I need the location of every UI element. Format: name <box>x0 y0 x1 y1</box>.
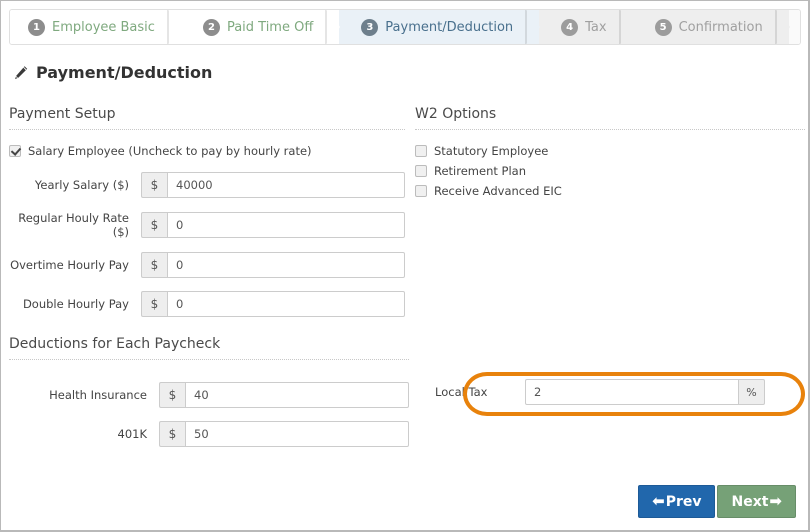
wizard-step-employee-basic[interactable]: 1 Employee Basic <box>10 10 182 44</box>
401k-input[interactable] <box>185 421 409 447</box>
wizard-filler <box>788 10 800 44</box>
local-tax-label: Local Tax <box>435 385 488 399</box>
statutory-employee-row[interactable]: Statutory Employee <box>415 144 805 158</box>
local-tax-input[interactable] <box>525 379 739 405</box>
dollar-icon: $ <box>159 382 185 408</box>
step-label: Paid Time Off <box>226 19 314 35</box>
wizard-step-payment-deduction[interactable]: 3 Payment/Deduction <box>339 10 540 44</box>
401k-input-group: $ <box>159 421 409 447</box>
w2-options-section: W2 Options Statutory Employee Retirement… <box>415 106 805 204</box>
local-tax-input-group: % <box>525 379 765 405</box>
regular-hourly-rate-label: Regular Houly Rate ($) <box>18 211 129 239</box>
salary-employee-label: Salary Employee (Uncheck to pay by hourl… <box>28 144 312 158</box>
page-title-text: Payment/Deduction <box>36 63 213 82</box>
w2-options-title: W2 Options <box>415 106 497 122</box>
overtime-hourly-pay-label: Overtime Hourly Pay <box>10 258 129 272</box>
next-button-label: Next <box>731 493 769 510</box>
prev-button-label: Prev <box>665 493 702 510</box>
prev-button[interactable]: ⬅ Prev <box>638 485 716 518</box>
dollar-icon: $ <box>141 291 167 317</box>
dollar-icon: $ <box>141 172 167 198</box>
wizard-step-paid-time-off[interactable]: 2 Paid Time Off <box>180 10 341 44</box>
receive-advanced-eic-label: Receive Advanced EIC <box>434 184 562 198</box>
wizard-footer: ⬅ Prev Next ➡ <box>638 485 796 518</box>
local-tax-row: Local Tax % <box>415 379 805 405</box>
double-hourly-pay-input-group: $ <box>141 291 405 317</box>
statutory-employee-label: Statutory Employee <box>434 144 549 158</box>
wizard-step-bar: 1 Employee Basic 2 Paid Time Off 3 Payme… <box>9 9 801 45</box>
regular-hourly-rate-input-group: $ <box>141 212 405 238</box>
section-divider <box>9 129 405 130</box>
401k-row: 401K $ <box>9 421 409 447</box>
dollar-icon: $ <box>141 212 167 238</box>
next-button[interactable]: Next ➡ <box>717 485 796 518</box>
retirement-plan-row[interactable]: Retirement Plan <box>415 164 805 178</box>
step-label: Tax <box>585 19 607 35</box>
statutory-employee-checkbox[interactable] <box>415 145 427 157</box>
receive-advanced-eic-row[interactable]: Receive Advanced EIC <box>415 184 805 198</box>
health-insurance-input-group: $ <box>159 382 409 408</box>
overtime-hourly-pay-input[interactable] <box>167 252 405 278</box>
regular-hourly-rate-row: Regular Houly Rate ($) $ <box>9 211 405 239</box>
step-number-badge: 3 <box>361 18 379 36</box>
health-insurance-label: Health Insurance <box>49 388 147 402</box>
deductions-section: Deductions for Each Paycheck Health Insu… <box>9 336 409 460</box>
step-number-badge: 1 <box>28 18 45 36</box>
salary-employee-checkbox[interactable] <box>9 145 21 157</box>
overtime-hourly-pay-row: Overtime Hourly Pay $ <box>9 252 405 278</box>
arrow-right-icon: ➡ <box>769 492 782 510</box>
percent-icon: % <box>739 379 765 405</box>
payment-setup-title: Payment Setup <box>9 106 116 122</box>
arrow-left-icon: ⬅ <box>652 492 665 510</box>
step-label: Employee Basic <box>52 19 155 35</box>
dollar-icon: $ <box>141 252 167 278</box>
receive-advanced-eic-checkbox[interactable] <box>415 185 427 197</box>
wizard-step-tax[interactable]: 4 Tax <box>539 10 635 44</box>
yearly-salary-row: Yearly Salary ($) $ <box>9 172 405 198</box>
double-hourly-pay-label: Double Hourly Pay <box>22 297 129 311</box>
wizard-step-confirmation[interactable]: 5 Confirmation <box>632 10 790 44</box>
retirement-plan-checkbox[interactable] <box>415 165 427 177</box>
health-insurance-input[interactable] <box>185 382 409 408</box>
retirement-plan-label: Retirement Plan <box>434 164 526 178</box>
dollar-icon: $ <box>159 421 185 447</box>
double-hourly-pay-row: Double Hourly Pay $ <box>9 291 405 317</box>
step-number-badge: 4 <box>561 18 579 36</box>
overtime-hourly-pay-input-group: $ <box>141 252 405 278</box>
step-number-badge: 5 <box>654 18 672 36</box>
health-insurance-row: Health Insurance $ <box>9 382 409 408</box>
page-title: Payment/Deduction <box>13 63 212 82</box>
payment-setup-section: Payment Setup Salary Employee (Uncheck t… <box>9 106 405 330</box>
401k-label: 401K <box>117 427 148 441</box>
section-divider <box>9 359 409 360</box>
section-divider <box>415 129 805 130</box>
step-label: Payment/Deduction <box>385 19 514 35</box>
local-tax-section: Local Tax % <box>415 336 805 418</box>
double-hourly-pay-input[interactable] <box>167 291 405 317</box>
pencil-icon <box>13 65 29 81</box>
step-label: Confirmation <box>678 19 763 35</box>
yearly-salary-label: Yearly Salary ($) <box>34 178 129 192</box>
wizard-page: 1 Employee Basic 2 Paid Time Off 3 Payme… <box>0 0 810 532</box>
yearly-salary-input[interactable] <box>167 172 405 198</box>
salary-employee-checkbox-row[interactable]: Salary Employee (Uncheck to pay by hourl… <box>9 144 405 158</box>
step-number-badge: 2 <box>202 18 220 36</box>
deductions-title: Deductions for Each Paycheck <box>9 336 221 352</box>
regular-hourly-rate-input[interactable] <box>167 212 405 238</box>
yearly-salary-input-group: $ <box>141 172 405 198</box>
